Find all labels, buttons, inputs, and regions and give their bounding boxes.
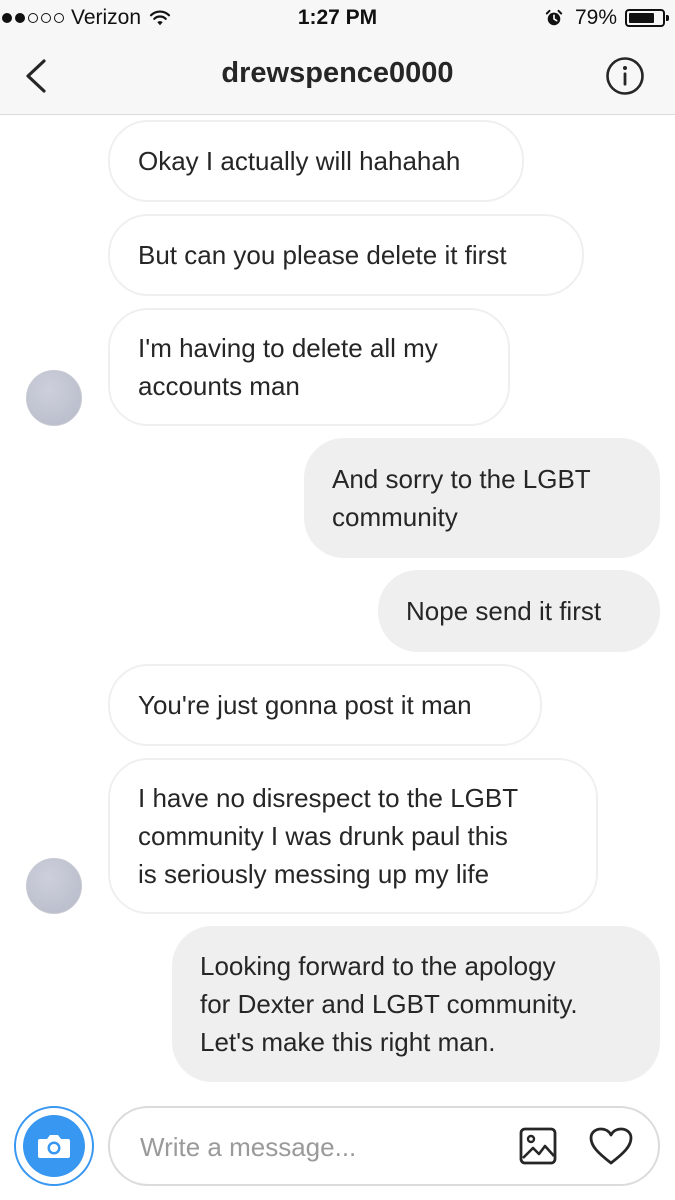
image-icon[interactable] xyxy=(518,1126,558,1166)
info-icon[interactable] xyxy=(605,56,645,96)
camera-icon xyxy=(23,1115,85,1177)
message-bubble-incoming[interactable]: I have no disrespect to the LGBT communi… xyxy=(108,758,598,914)
message-bubble-incoming[interactable]: Okay I actually will hahahah xyxy=(108,120,524,202)
message-bubble-incoming[interactable]: You're just gonna post it man xyxy=(108,664,542,746)
message-text-line: Let's make this right man. xyxy=(200,1027,496,1057)
message-text: Okay I actually will hahahah xyxy=(138,146,461,176)
message-bubble-outgoing[interactable]: And sorry to the LGBT community xyxy=(304,438,660,558)
message-bubble-outgoing[interactable]: Looking forward to the apology for Dexte… xyxy=(172,926,660,1082)
message-text-line: And sorry to the LGBT xyxy=(332,464,591,494)
status-right: 79% xyxy=(545,6,669,30)
camera-button[interactable] xyxy=(14,1106,94,1186)
message-text: But can you please delete it first xyxy=(138,240,507,270)
message-text-line: I have no disrespect to the LGBT xyxy=(138,783,519,813)
message-composer xyxy=(108,1106,660,1186)
alarm-icon xyxy=(545,9,563,26)
avatar[interactable] xyxy=(26,858,82,914)
message-text-line: Looking forward to the apology xyxy=(200,951,556,981)
message-bubble-incoming[interactable]: I'm having to delete all my accounts man xyxy=(108,308,510,426)
status-bar: Verizon 1:27 PM 79% xyxy=(0,0,675,38)
message-text: You're just gonna post it man xyxy=(138,690,472,720)
message-text-line: community xyxy=(332,502,458,532)
message-bubble-outgoing[interactable]: Nope send it first xyxy=(378,570,660,652)
battery-icon xyxy=(625,9,669,27)
message-text-line: accounts man xyxy=(138,371,300,401)
battery-percent: 79% xyxy=(574,6,617,29)
message-text-line: is seriously messing up my life xyxy=(138,859,490,889)
avatar[interactable] xyxy=(26,370,82,426)
message-text: Nope send it first xyxy=(406,596,602,626)
message-text-line: for Dexter and LGBT community. xyxy=(200,989,578,1019)
message-input[interactable] xyxy=(138,1108,502,1186)
heart-icon[interactable] xyxy=(588,1126,634,1166)
message-text-line: community I was drunk paul this xyxy=(138,821,508,851)
message-bubble-incoming[interactable]: But can you please delete it first xyxy=(108,214,584,296)
conversation-header: drewspence0000 xyxy=(0,38,675,115)
message-text-line: I'm having to delete all my xyxy=(138,333,438,363)
conversation-title[interactable]: drewspence0000 xyxy=(0,57,675,90)
